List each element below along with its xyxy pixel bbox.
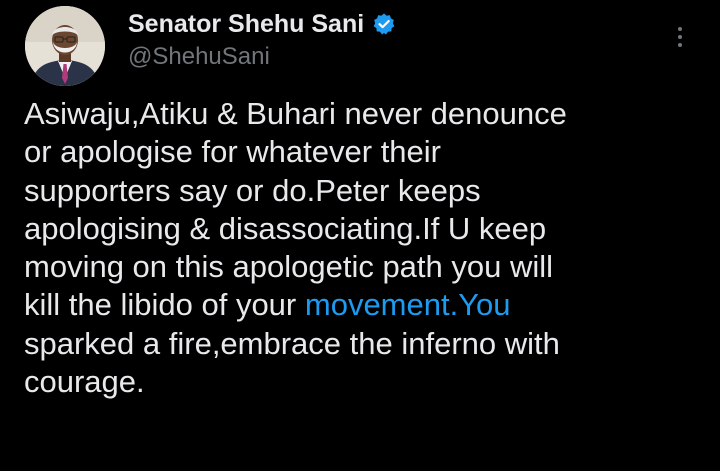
tweet-line-with-link: kill the libido of your movement.You xyxy=(24,286,704,324)
tweet-line: sparked a fire,embrace the inferno with xyxy=(24,325,560,361)
tweet: Senator Shehu Sani @ShehuSani Asiwaju,At… xyxy=(0,0,720,471)
tweet-link[interactable]: movement.You xyxy=(305,287,511,322)
tweet-line: Asiwaju,Atiku & Buhari never denounce xyxy=(24,96,567,131)
verified-badge-icon xyxy=(372,12,396,36)
tweet-line: supporters say or do.Peter keeps xyxy=(24,172,481,208)
tweet-text: Asiwaju,Atiku & Buhari never denounce or… xyxy=(24,95,704,401)
tweet-line: apologising & disassociating.If U keep xyxy=(24,210,547,246)
more-dot xyxy=(678,35,682,39)
tweet-line: moving on this apologetic path you will xyxy=(24,249,554,285)
author-name-row[interactable]: Senator Shehu Sani xyxy=(128,6,396,42)
more-options-icon[interactable] xyxy=(668,22,692,52)
display-name[interactable]: Senator Shehu Sani xyxy=(128,10,364,39)
more-dot xyxy=(678,27,682,31)
tweet-line: courage. xyxy=(24,364,145,400)
tweet-line-text: kill the libido of your xyxy=(24,287,305,323)
more-dot xyxy=(678,43,682,47)
avatar[interactable] xyxy=(25,6,105,86)
author-handle[interactable]: @ShehuSani xyxy=(128,43,270,71)
profile-photo-icon xyxy=(25,6,105,86)
tweet-line: or apologise for whatever their xyxy=(24,134,442,170)
